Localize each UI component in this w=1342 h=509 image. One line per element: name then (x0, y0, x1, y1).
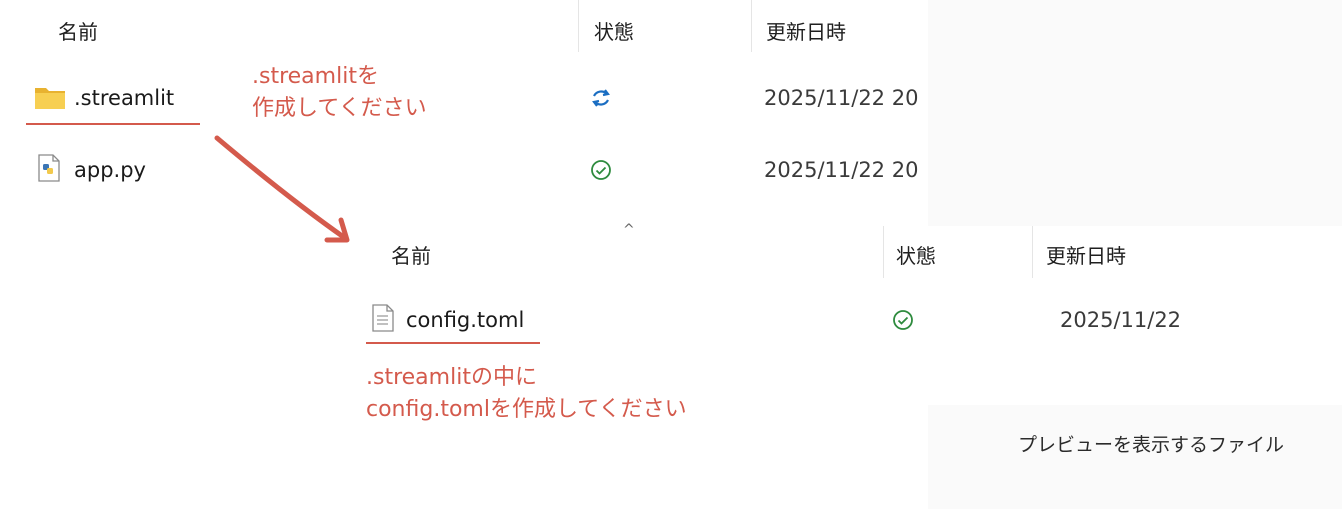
column-header-name[interactable]: 名前 (391, 240, 431, 269)
file-name: config.toml (406, 308, 525, 332)
preview-message: プレビューを表示するファイル (1018, 434, 1285, 456)
annotation-line: config.tomlを作成してください (366, 397, 687, 422)
column-header-modified[interactable]: 更新日時 (766, 16, 846, 45)
annotation-underline (26, 123, 200, 125)
preview-pane (928, 405, 1342, 509)
synced-check-icon (893, 310, 913, 330)
column-divider[interactable] (751, 0, 752, 52)
column-header-name[interactable]: 名前 (58, 16, 98, 45)
list-item-app-py[interactable]: app.py 2025/11/22 20 (30, 150, 928, 194)
annotation-line: .streamlitを (252, 64, 379, 89)
python-file-icon (38, 154, 60, 182)
column-header-status[interactable]: 状態 (594, 16, 634, 45)
modified-date: 2025/11/22 (1060, 308, 1182, 332)
annotation-create-streamlit: .streamlitを 作成してください (252, 61, 427, 125)
modified-date: 2025/11/22 20 (764, 158, 919, 182)
annotation-line: .streamlitの中に (366, 365, 537, 390)
column-header-status[interactable]: 状態 (896, 240, 936, 269)
synced-check-icon (591, 160, 611, 180)
column-divider[interactable] (578, 0, 579, 52)
arrow-icon (214, 135, 350, 243)
annotation-create-config: .streamlitの中に config.tomlを作成してください (366, 362, 687, 426)
column-header-modified[interactable]: 更新日時 (1046, 240, 1126, 269)
sync-pending-icon (592, 89, 610, 107)
folder-icon (35, 88, 65, 109)
sort-ascending-icon: ^ (623, 222, 635, 238)
column-divider[interactable] (1032, 226, 1033, 278)
modified-date: 2025/11/22 20 (764, 86, 919, 110)
annotation-underline (366, 342, 540, 344)
file-name: app.py (74, 158, 146, 182)
list-item-streamlit-folder[interactable]: .streamlit 2025/11/22 20 (30, 78, 928, 122)
preview-pane-top (928, 0, 1342, 226)
list-item-config-toml[interactable]: config.toml 2025/11/22 (366, 300, 1342, 344)
column-divider[interactable] (883, 226, 884, 278)
file-name: .streamlit (74, 86, 175, 110)
text-file-icon (372, 304, 394, 332)
sort-ascending-icon: ^ (303, 0, 315, 10)
annotation-line: 作成してください (252, 96, 427, 121)
